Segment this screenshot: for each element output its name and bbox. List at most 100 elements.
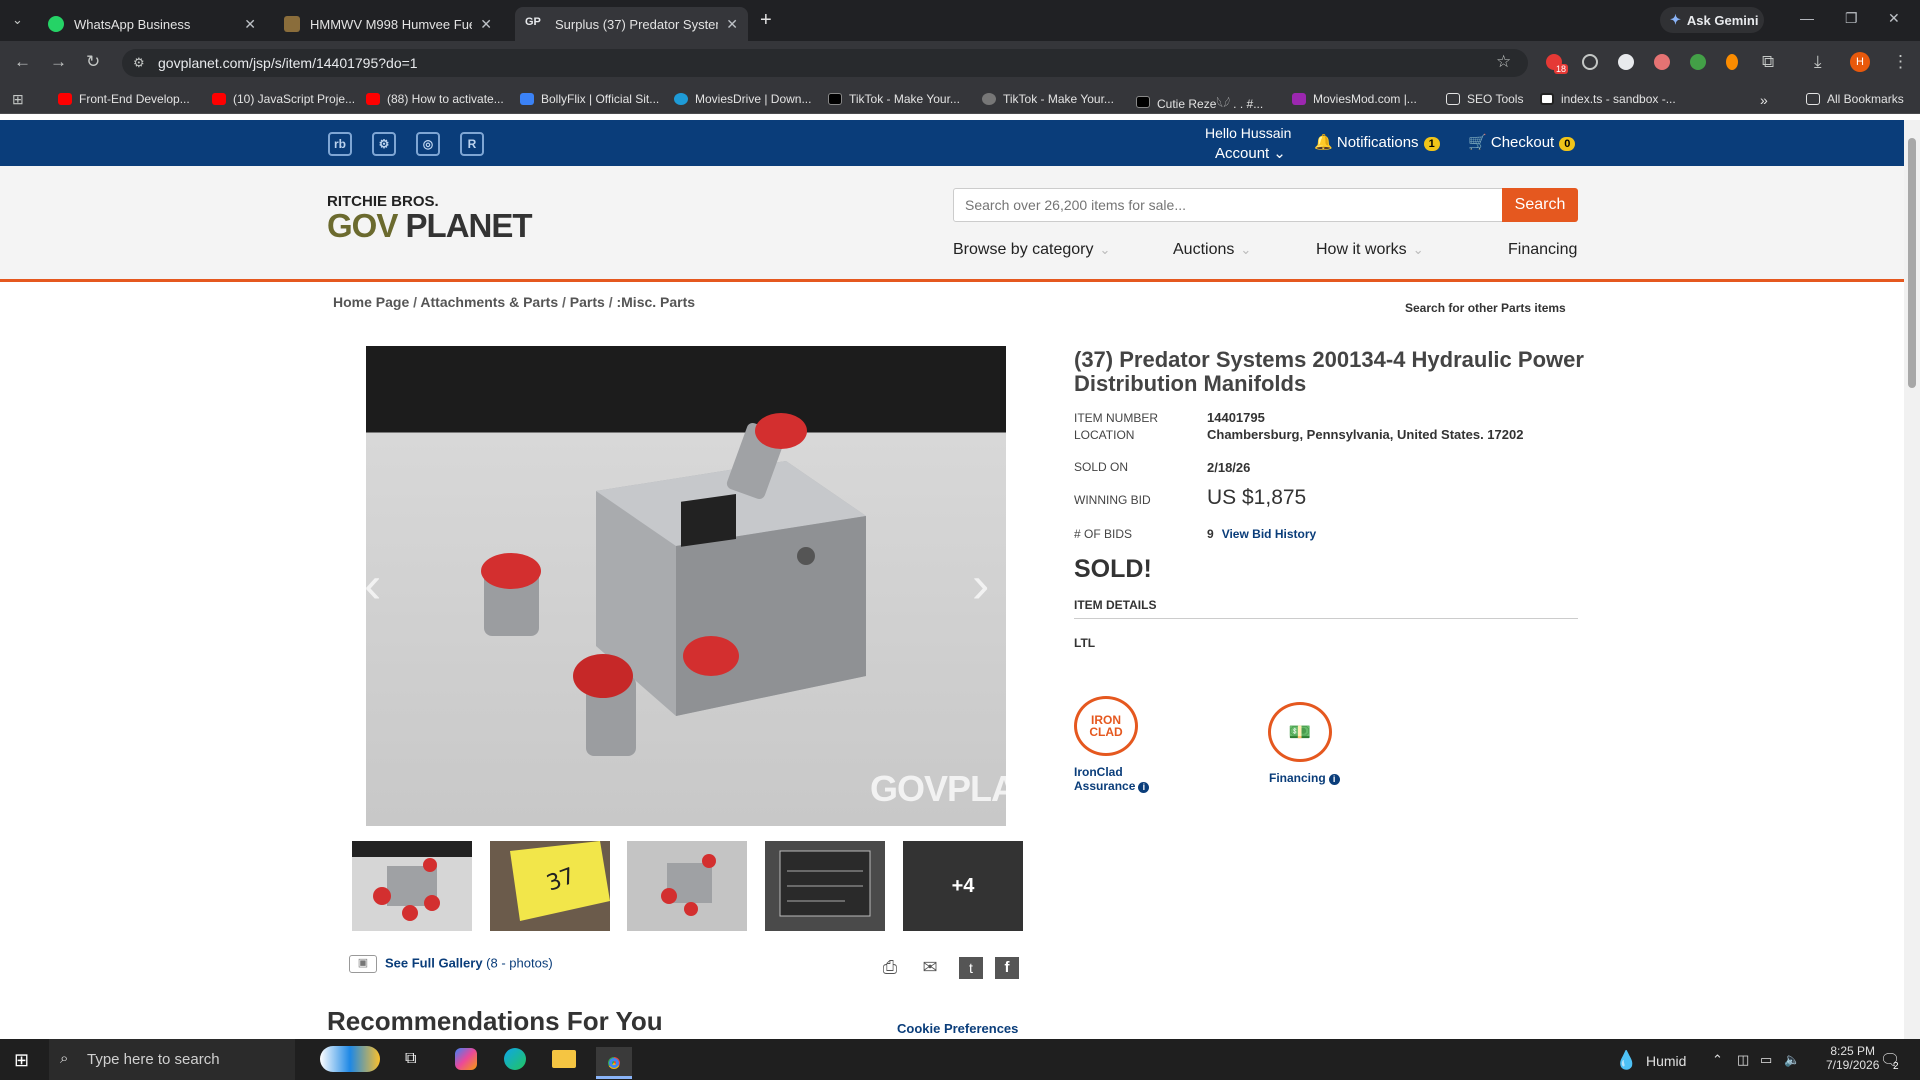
nav-financing[interactable]: Financing	[1508, 241, 1577, 259]
tab-govplanet[interactable]: GP Surplus (37) Predator Systems 2 ✕	[515, 7, 748, 41]
bookmark-item[interactable]: Cutie Reze𓆩𓆪 . . #...	[1136, 92, 1263, 112]
copilot-icon[interactable]	[455, 1048, 477, 1070]
sold-banner: SOLD!	[1074, 555, 1152, 583]
search-highlight-icon[interactable]	[320, 1046, 380, 1072]
notifications-link[interactable]: 🔔 Notifications 1	[1314, 133, 1440, 151]
search-button[interactable]: Search	[1502, 188, 1578, 222]
globe-icon[interactable]	[1582, 54, 1598, 70]
sold-on-value: 2/18/26	[1207, 460, 1251, 475]
all-bookmarks-button[interactable]: All Bookmarks	[1806, 92, 1904, 106]
iron-planet-icon[interactable]: ⚙	[372, 132, 396, 156]
close-icon[interactable]: ✕	[480, 16, 492, 33]
account-menu[interactable]: Account ⌄	[1215, 144, 1286, 162]
forward-icon[interactable]: →	[50, 52, 67, 72]
bookmark-folder[interactable]: SEO Tools	[1446, 92, 1523, 106]
bookmark-item[interactable]: index.ts - sandbox -...	[1540, 92, 1676, 106]
apps-grid-icon[interactable]: ⊞	[12, 91, 24, 108]
facebook-icon[interactable]: f	[995, 957, 1019, 979]
extension-icon[interactable]	[1726, 54, 1738, 70]
see-full-gallery[interactable]: ▣ See Full Gallery (8 - photos)	[349, 955, 553, 973]
info-icon[interactable]: i	[1328, 774, 1340, 785]
scrollbar-thumb[interactable]	[1908, 138, 1916, 388]
weather-text[interactable]: Humid	[1646, 1053, 1686, 1069]
main-product-image[interactable]	[366, 346, 1006, 826]
recommendations-heading: Recommendations For You	[327, 1006, 663, 1036]
mascus-brand-icon[interactable]: R	[460, 132, 484, 156]
breadcrumb-attachments[interactable]: Attachments & Parts	[420, 294, 558, 310]
site-info-icon[interactable]: ⚙	[133, 55, 145, 71]
extensions-puzzle-icon[interactable]: ⧉	[1762, 52, 1774, 72]
bookmark-item[interactable]: TikTok - Make Your...	[982, 92, 1114, 106]
close-icon[interactable]: ✕	[726, 16, 738, 33]
chrome-taskbar-button[interactable]	[596, 1047, 632, 1079]
volume-icon[interactable]: 🔈	[1784, 1052, 1800, 1068]
bookmark-item[interactable]: (10) JavaScript Proje...	[212, 92, 355, 106]
ironclad-assurance-icon[interactable]: IRON CLAD	[1074, 696, 1138, 756]
view-bid-history-link[interactable]: View Bid History	[1222, 527, 1316, 541]
windows-start-icon[interactable]: ⊞	[14, 1050, 29, 1071]
close-icon[interactable]: ✕	[244, 16, 256, 33]
bookmarks-overflow-button[interactable]: »	[1760, 92, 1768, 108]
twitter-icon[interactable]: t	[959, 957, 983, 979]
menu-kebab-icon[interactable]: ⋮	[1892, 52, 1909, 72]
download-icon[interactable]: ⤓	[1814, 52, 1822, 72]
breadcrumb-home[interactable]: Home Page	[333, 294, 409, 310]
bookmark-item[interactable]: MoviesDrive | Down...	[674, 92, 811, 106]
cookie-preferences-link[interactable]: Cookie Preferences	[891, 1021, 1025, 1036]
gov-planet-logo[interactable]: GOV PLANET	[327, 207, 533, 245]
bookmark-item[interactable]: Front-End Develop...	[58, 92, 190, 106]
minimize-icon[interactable]: —	[1800, 10, 1814, 26]
bids-row: 9 View Bid History	[1207, 527, 1316, 541]
print-icon[interactable]: ⎙	[878, 957, 902, 979]
gallery-thumbnail-more[interactable]: +4	[903, 841, 1023, 931]
search-input[interactable]	[953, 188, 1503, 222]
bookmark-item[interactable]: MoviesMod.com |...	[1292, 92, 1417, 106]
financing-link[interactable]: Financing i	[1269, 771, 1340, 785]
clock[interactable]: 8:25 PM 7/19/2026	[1826, 1044, 1879, 1072]
extension-icon[interactable]	[1618, 54, 1634, 70]
truck-brand-icon[interactable]: ◎	[416, 132, 440, 156]
file-explorer-icon[interactable]	[552, 1050, 576, 1068]
bookmark-item[interactable]: (88) How to activate...	[366, 92, 504, 106]
previous-image-arrow-icon[interactable]: ‹	[364, 555, 381, 615]
restore-icon[interactable]: ❐	[1845, 10, 1858, 27]
nav-browse-by-category[interactable]: Browse by category ⌄	[953, 241, 1110, 259]
ironclad-assurance-link[interactable]: IronClad Assurance i	[1074, 765, 1150, 793]
breadcrumb-parts[interactable]: Parts	[570, 294, 605, 310]
info-icon[interactable]: i	[1138, 782, 1150, 793]
new-tab-button[interactable]: +	[760, 9, 772, 32]
meet-now-icon[interactable]: ◫	[1737, 1052, 1749, 1068]
reload-icon[interactable]: ↻	[86, 52, 100, 72]
tab-humvee[interactable]: HMMWV M998 Humvee Fuel Fi ✕	[274, 7, 502, 41]
gallery-thumbnail[interactable]	[765, 841, 885, 931]
tab-search-chevron-icon[interactable]: ⌄	[12, 12, 23, 28]
checkout-link[interactable]: 🛒 Checkout 0	[1468, 133, 1576, 151]
search-other-parts-link[interactable]: Search for other Parts items	[1405, 301, 1566, 315]
bookmark-item[interactable]: TikTok - Make Your...	[828, 92, 960, 106]
taskbar-search-input[interactable]: Type here to search	[49, 1039, 295, 1080]
nav-how-it-works[interactable]: How it works ⌄	[1316, 241, 1424, 259]
profile-avatar[interactable]: H	[1850, 52, 1870, 72]
bookmark-star-icon[interactable]: ☆	[1496, 52, 1511, 72]
extension-icon[interactable]	[1690, 54, 1706, 70]
edge-icon[interactable]	[504, 1048, 526, 1070]
email-icon[interactable]: ✉	[918, 957, 942, 979]
tray-chevron-icon[interactable]: ⌃	[1712, 1052, 1723, 1068]
breadcrumb-misc-parts[interactable]: :Misc. Parts	[616, 294, 695, 310]
gallery-thumbnail[interactable]: 37	[490, 841, 610, 931]
close-window-icon[interactable]: ✕	[1888, 10, 1900, 27]
gallery-thumbnail[interactable]	[627, 841, 747, 931]
bookmark-label: (88) How to activate...	[387, 92, 504, 106]
nav-auctions[interactable]: Auctions ⌄	[1173, 241, 1251, 259]
network-icon[interactable]: ▭	[1760, 1052, 1772, 1068]
next-image-arrow-icon[interactable]: ›	[972, 555, 989, 615]
back-icon[interactable]: ←	[14, 52, 31, 72]
bookmark-item[interactable]: BollyFlix | Official Sit...	[520, 92, 659, 106]
ask-gemini-button[interactable]: ✦ Ask Gemini	[1660, 7, 1764, 33]
rb-brand-icon[interactable]: rb	[328, 132, 352, 156]
task-view-icon[interactable]: ⧉	[405, 1050, 416, 1068]
extension-icon[interactable]	[1654, 54, 1670, 70]
financing-icon[interactable]: 💵	[1268, 702, 1332, 762]
gallery-thumbnail[interactable]	[352, 841, 472, 931]
tab-whatsapp[interactable]: WhatsApp Business ✕	[38, 7, 266, 41]
